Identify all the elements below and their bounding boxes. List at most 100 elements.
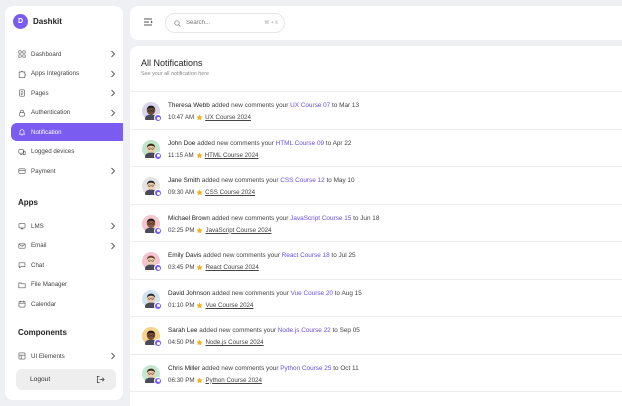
chevron-right-icon xyxy=(111,70,116,77)
notification-item[interactable]: Chris Miller added new comments your Pyt… xyxy=(130,355,622,392)
notification-action: added new comments your xyxy=(209,102,291,109)
notification-time: 01:10 PM xyxy=(168,301,195,309)
logout-button[interactable]: Logout xyxy=(16,369,116,390)
notification-course-link[interactable]: React Course 18 xyxy=(282,252,330,259)
lock-icon xyxy=(18,109,25,117)
sidebar-item-ui-elements[interactable]: UI Elements xyxy=(11,347,123,365)
chevron-right-icon xyxy=(111,109,116,116)
notification-course-link[interactable]: HTML Course 09 xyxy=(276,140,324,147)
search-input[interactable] xyxy=(186,20,266,26)
sidebar-item-calendar[interactable]: Calendar xyxy=(11,295,123,313)
lms-icon xyxy=(18,223,25,230)
notification-user[interactable]: Emily Davis xyxy=(168,252,201,259)
notification-item[interactable]: Sarah Lee added new comments your Node.j… xyxy=(130,317,622,355)
avatar xyxy=(142,252,162,272)
notification-course-2024-link[interactable]: CSS Course 2024 xyxy=(205,189,255,196)
notification-date: Mar 13 xyxy=(339,102,360,109)
calendar-icon xyxy=(18,300,25,308)
chevron-right-icon xyxy=(111,222,116,230)
sidebar-item-label: Pages xyxy=(31,89,49,97)
notification-course-link[interactable]: JavaScript Course 15 xyxy=(290,215,351,222)
notification-meta: 09:30 AM CSS Course 2024 xyxy=(168,189,255,196)
elements-icon xyxy=(18,352,25,360)
avatar xyxy=(142,327,162,347)
notification-course-link[interactable]: Node.js Course 22 xyxy=(278,327,331,334)
notification-course-2024-link[interactable]: Vue Course 2024 xyxy=(205,302,253,309)
avatar xyxy=(142,289,162,310)
calendar-icon-wrap xyxy=(17,300,26,309)
sidebar-item-dashboard[interactable]: Dashboard xyxy=(11,45,123,63)
notification-course-link[interactable]: UX Course 07 xyxy=(290,102,330,109)
star-icon xyxy=(196,339,204,346)
notification-user[interactable]: Michael Brown xyxy=(168,215,210,222)
section-title-apps: Apps xyxy=(18,198,38,207)
comment-badge-icon xyxy=(154,339,162,347)
notification-course-2024-link[interactable]: React Course 2024 xyxy=(205,264,258,271)
star-icon xyxy=(196,301,204,308)
notification-text: Theresa Webb added new comments your UX … xyxy=(168,102,359,109)
notification-course-2024-link[interactable]: Python Course 2024 xyxy=(205,377,261,384)
mail-icon xyxy=(17,242,26,249)
notification-date-prefix: to xyxy=(330,327,340,334)
brand-logo: D xyxy=(13,14,28,29)
sidebar-item-pages[interactable]: Pages xyxy=(11,84,123,102)
sidebar-item-label: Payment xyxy=(31,167,56,175)
notification-item[interactable]: Emily Davis added new comments your Reac… xyxy=(130,242,622,280)
notification-text: Chris Miller added new comments your Pyt… xyxy=(168,365,359,372)
notifications-panel: All Notifications See your all notificat… xyxy=(130,46,622,406)
sidebar-item-file-manager[interactable]: File Manager xyxy=(11,276,123,294)
notification-course-link[interactable]: CSS Course 12 xyxy=(280,177,324,184)
notification-course-2024-link[interactable]: UX Course 2024 xyxy=(205,114,251,121)
avatar xyxy=(142,177,162,197)
notification-action: added new comments your xyxy=(197,327,278,334)
sidebar-item-apps-integrations[interactable]: Apps Integrations xyxy=(11,65,123,83)
sidebar-item-label: Email xyxy=(31,242,47,249)
grid-icon-wrap xyxy=(17,50,26,59)
notification-course-link[interactable]: Python Course 25 xyxy=(280,365,331,372)
comment-badge-icon xyxy=(154,264,162,272)
lock-icon-wrap xyxy=(17,108,26,117)
notification-action: added new comments your xyxy=(199,364,281,372)
sidebar-item-email[interactable]: Email xyxy=(11,237,123,255)
sidebar-item-payment[interactable]: Payment xyxy=(11,162,123,180)
sidebar-item-label: Apps Integrations xyxy=(31,70,80,77)
notification-text: Emily Davis added new comments your Reac… xyxy=(168,252,356,259)
notification-text: David Johnson added new comments your Vu… xyxy=(168,290,362,297)
sidebar-item-logged-devices[interactable]: Logged devices xyxy=(11,143,123,161)
notification-meta: 06:30 PM Python Course 2024 xyxy=(168,377,262,384)
sidebar-item-chat[interactable]: Chat xyxy=(11,256,123,274)
sidebar-item-authentication[interactable]: Authentication xyxy=(11,104,123,122)
notification-user[interactable]: Chris Miller xyxy=(168,365,200,372)
notification-course-link[interactable]: Vue Course 20 xyxy=(291,290,333,297)
notification-item[interactable]: David Johnson added new comments your Vu… xyxy=(130,280,622,317)
section-title-components: Components xyxy=(18,328,67,337)
brand[interactable]: D Dashkit xyxy=(13,14,62,29)
notification-user[interactable]: Jane Smith xyxy=(168,177,200,184)
notification-time: 11:15 AM xyxy=(168,151,194,159)
notification-item[interactable]: Michael Brown added new comments your Ja… xyxy=(130,205,622,242)
star-icon xyxy=(196,189,203,196)
notification-meta: 03:45 PM React Course 2024 xyxy=(168,264,259,271)
notification-item[interactable]: Jane Smith added new comments your CSS C… xyxy=(130,167,622,205)
card-icon xyxy=(17,168,26,174)
grid-icon xyxy=(17,50,26,58)
menu-toggle-icon[interactable] xyxy=(143,17,153,27)
bell-icon xyxy=(18,129,25,136)
sidebar-item-lms[interactable]: LMS xyxy=(11,217,123,235)
search-box[interactable]: ⌘ + k xyxy=(165,13,285,33)
notification-date-prefix: to xyxy=(324,177,334,184)
sidebar-item-notification[interactable]: Notification xyxy=(11,123,123,141)
folder-icon xyxy=(17,282,26,288)
topbar: ⌘ + k xyxy=(130,6,622,40)
notification-item[interactable]: Theresa Webb added new comments your UX … xyxy=(130,92,622,130)
pages-icon-wrap xyxy=(17,89,26,98)
notification-user[interactable]: David Johnson xyxy=(168,290,210,297)
comment-badge-icon xyxy=(154,376,162,385)
notification-user[interactable]: Sarah Lee xyxy=(168,327,198,334)
notification-user[interactable]: John Doe xyxy=(168,140,195,147)
notification-item[interactable]: John Doe added new comments your HTML Co… xyxy=(130,130,622,167)
notification-user[interactable]: Theresa Webb xyxy=(168,102,210,109)
notification-course-2024-link[interactable]: HTML Course 2024 xyxy=(205,152,259,159)
notification-course-2024-link[interactable]: JavaScript Course 2024 xyxy=(205,227,271,234)
notification-course-2024-link[interactable]: Node.js Course 2024 xyxy=(205,339,263,346)
